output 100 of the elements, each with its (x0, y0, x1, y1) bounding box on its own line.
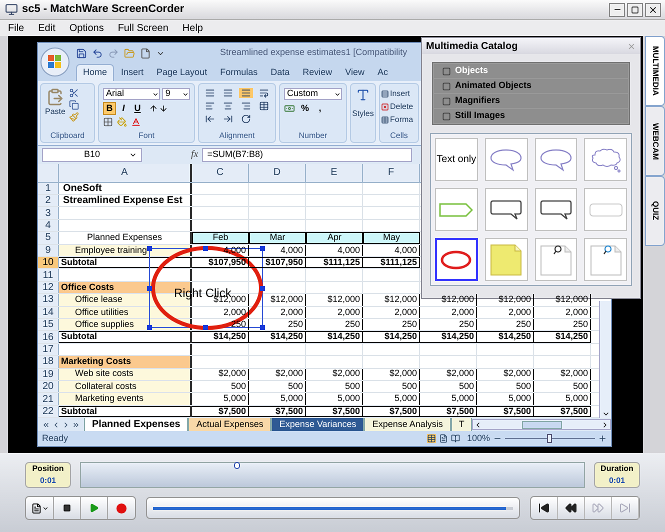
category-item[interactable]: Animated Objects (434, 79, 628, 93)
row-header[interactable]: 4 (38, 220, 59, 232)
paste-button[interactable]: Paste (45, 88, 66, 122)
catalog-tile[interactable] (534, 238, 578, 281)
first-sheet-icon[interactable] (42, 420, 50, 429)
row-header[interactable]: 3 (38, 207, 59, 219)
borders-icon[interactable] (103, 117, 113, 127)
resize-handle[interactable] (260, 246, 265, 251)
sheet-tab[interactable]: Planned Expenses (84, 418, 188, 432)
shrink-font-icon[interactable] (159, 104, 168, 113)
column-header[interactable]: A (59, 164, 192, 182)
grow-font-icon[interactable] (149, 104, 158, 113)
column-header[interactable]: D (249, 164, 306, 182)
row-header[interactable]: 12 (38, 282, 59, 294)
ribbon-tab[interactable]: View (339, 64, 370, 81)
font-style-button[interactable]: U (131, 102, 144, 115)
catalog-tile[interactable] (435, 188, 478, 231)
column-header[interactable]: F (363, 164, 420, 182)
office-button-icon[interactable] (40, 47, 70, 77)
font-size-dropdown[interactable]: 9 (162, 88, 190, 100)
resize-handle[interactable] (147, 286, 152, 291)
align-bottom-icon[interactable] (238, 88, 254, 98)
vertical-scrollbar[interactable] (599, 300, 611, 418)
catalog-tile[interactable] (484, 138, 528, 181)
currency-icon[interactable] (284, 103, 295, 114)
category-item[interactable]: Magnifiers (434, 94, 628, 108)
catalog-tile[interactable] (484, 238, 528, 281)
side-tab[interactable]: MULTIMEDIA (645, 36, 665, 106)
close-button[interactable] (645, 2, 661, 16)
menu-item[interactable]: Edit (38, 20, 56, 36)
ribbon-tab[interactable]: Formulas (214, 64, 264, 81)
scissors-icon[interactable] (69, 88, 80, 98)
row-header[interactable]: 17 (38, 344, 59, 356)
normal-view-icon[interactable] (426, 434, 436, 444)
resize-handle[interactable] (260, 324, 265, 330)
row-header[interactable]: 9 (38, 244, 59, 256)
side-tab[interactable]: WEBCAM (645, 106, 665, 176)
zoom-level[interactable]: 100% (466, 432, 490, 446)
resize-handle[interactable] (203, 324, 208, 330)
catalog-tile[interactable]: Text only (435, 138, 478, 181)
catalog-tile[interactable] (534, 188, 578, 231)
row-header[interactable]: 22 (38, 406, 59, 418)
row-header[interactable]: 14 (38, 306, 59, 318)
ribbon-tab[interactable]: Ac (371, 64, 394, 81)
menu-item[interactable]: Options (69, 20, 104, 36)
row-header[interactable]: 5 (38, 232, 59, 244)
font-style-button[interactable]: B (103, 102, 116, 115)
side-tab[interactable]: QUIZ (645, 176, 665, 246)
font-name-dropdown[interactable]: Arial (103, 88, 160, 100)
row-header[interactable]: 11 (38, 269, 59, 281)
catalog-tile[interactable] (584, 188, 627, 231)
page-break-icon[interactable] (450, 434, 460, 444)
catalog-tile[interactable] (584, 238, 627, 281)
cells-button[interactable]: Delete (381, 101, 418, 113)
undo-icon[interactable] (92, 48, 103, 58)
next-sheet-icon[interactable] (62, 420, 70, 429)
minimize-button[interactable] (609, 2, 625, 16)
new-file-icon[interactable] (140, 48, 151, 58)
number-format-button[interactable]: % (300, 102, 310, 116)
timeline-marker[interactable] (234, 462, 240, 469)
progress-slider[interactable] (146, 497, 520, 519)
save-icon[interactable] (76, 48, 87, 58)
catalog-tile[interactable] (484, 188, 528, 231)
catalog-tile[interactable] (584, 138, 627, 181)
resize-handle[interactable] (203, 246, 208, 251)
resize-handle[interactable] (147, 246, 152, 251)
row-header[interactable]: 13 (38, 294, 59, 306)
row-header[interactable]: 16 (38, 331, 59, 343)
last-sheet-icon[interactable] (72, 420, 80, 429)
row-header[interactable]: 19 (38, 368, 59, 380)
function-label[interactable]: fx (191, 147, 198, 162)
category-item[interactable]: Still Images (434, 109, 628, 123)
sheet-tab[interactable]: Expense Variances (271, 418, 364, 432)
zoom-slider-thumb[interactable] (547, 434, 552, 444)
menu-item[interactable]: Help (182, 20, 203, 36)
number-format-button[interactable]: , (315, 102, 325, 116)
row-header[interactable]: 15 (38, 318, 59, 330)
resize-handle[interactable] (260, 286, 265, 291)
sheet-tab[interactable]: Actual Expenses (188, 418, 272, 432)
name-box[interactable]: B10 (42, 148, 142, 162)
row-header[interactable]: 20 (38, 380, 59, 392)
zoom-in-icon[interactable] (598, 434, 607, 444)
font-style-button[interactable]: I (117, 102, 130, 115)
catalog-tile[interactable] (534, 138, 578, 181)
row-header[interactable]: 1 (38, 182, 59, 194)
ribbon-tab[interactable]: Home (76, 64, 114, 81)
row-header[interactable]: 2 (38, 195, 59, 206)
row-header[interactable]: 18 (38, 356, 59, 368)
font-color-icon[interactable] (131, 117, 141, 127)
maximize-button[interactable] (627, 2, 643, 16)
sheet-tab[interactable]: Expense Analysis (364, 418, 451, 432)
ribbon-tab[interactable]: Insert (115, 64, 150, 81)
horizontal-scrollbar[interactable] (472, 419, 611, 430)
fill-color-icon[interactable] (117, 117, 127, 127)
column-header[interactable]: E (306, 164, 363, 182)
row-header[interactable]: 21 (38, 393, 59, 405)
ribbon-tab[interactable]: Data (264, 64, 296, 81)
number-format-dropdown[interactable]: Custom (284, 88, 342, 100)
row-header[interactable]: 10 (38, 257, 59, 268)
previous-sheet-icon[interactable] (52, 420, 60, 429)
